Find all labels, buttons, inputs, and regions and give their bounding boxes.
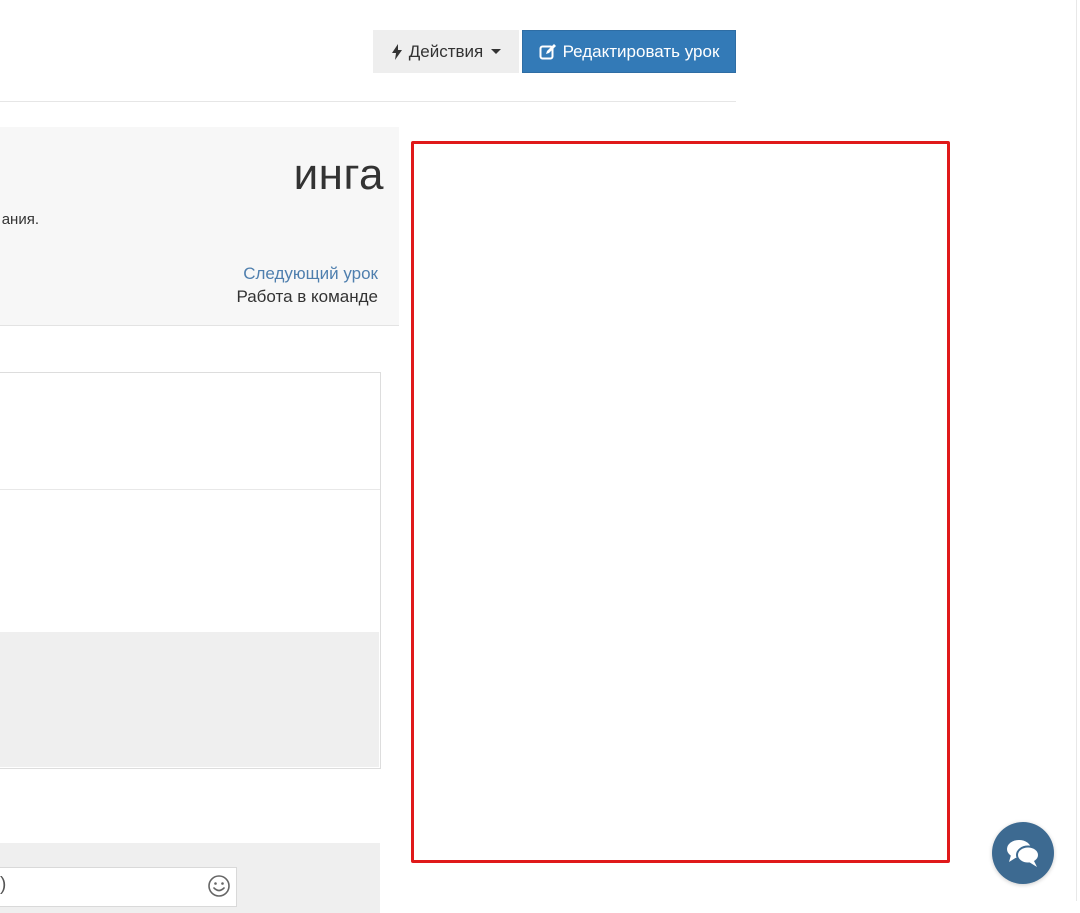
card-footer	[0, 632, 379, 767]
comment-input[interactable]	[0, 867, 237, 907]
edit-square-icon	[539, 43, 556, 59]
comment-text: )	[0, 874, 7, 895]
actions-label: Действия	[408, 41, 484, 61]
chat-bubbles-icon	[1007, 840, 1040, 867]
lesson-title: инга	[293, 150, 384, 199]
edit-lesson-button[interactable]: Редактировать урок	[522, 30, 736, 73]
lightning-bolt-icon	[391, 43, 402, 60]
caret-down-icon	[491, 49, 502, 54]
page-right-edge	[1076, 0, 1077, 901]
edit-lesson-label: Редактировать урок	[562, 41, 720, 61]
card-row-divider	[0, 489, 380, 490]
highlight-frame	[411, 141, 950, 863]
actions-dropdown-button[interactable]: Действия	[373, 30, 519, 73]
toolbar-divider	[0, 101, 736, 102]
lesson-description: ания.	[1, 211, 39, 228]
smiley-icon[interactable]	[207, 874, 231, 898]
next-lesson-link[interactable]: Следующий урок	[243, 264, 378, 284]
next-lesson-title[interactable]: Работа в команде	[236, 287, 378, 307]
chat-widget-button[interactable]	[992, 822, 1054, 884]
